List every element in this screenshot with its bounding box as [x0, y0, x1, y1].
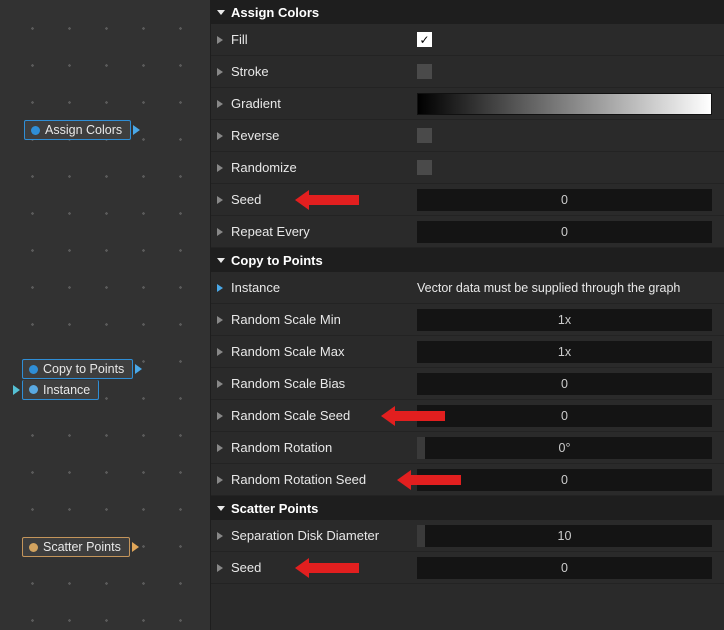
expand-icon[interactable]	[217, 444, 223, 452]
param-label: Instance	[231, 280, 417, 295]
row-scatter-seed: Seed 0	[211, 552, 724, 584]
row-random-scale-seed: Random Scale Seed 0	[211, 400, 724, 432]
node-label: Copy to Points	[43, 362, 124, 376]
section-header-scatter-points[interactable]: Scatter Points	[211, 496, 724, 520]
param-label: Random Rotation Seed	[231, 472, 417, 487]
expand-icon[interactable]	[217, 36, 223, 44]
row-separation-disk-diameter: Separation Disk Diameter 10	[211, 520, 724, 552]
random-rotation-seed-field[interactable]: 0	[417, 469, 712, 491]
param-label: Gradient	[231, 96, 417, 111]
random-scale-bias-field[interactable]: 0	[417, 373, 712, 395]
chevron-down-icon	[217, 10, 225, 15]
param-label: Random Rotation	[231, 440, 417, 455]
param-label: Fill	[231, 32, 417, 47]
param-label: Random Scale Min	[231, 312, 417, 327]
chevron-down-icon	[217, 258, 225, 263]
separation-field[interactable]: 10	[417, 525, 712, 547]
properties-panel: Assign Colors Fill ✓ Stroke Gradient Rev…	[210, 0, 724, 630]
node-scatter-points[interactable]: Scatter Points	[22, 537, 130, 557]
param-label: Reverse	[231, 128, 417, 143]
randomize-checkbox[interactable]	[417, 160, 432, 175]
expand-icon[interactable]	[217, 228, 223, 236]
row-fill: Fill ✓	[211, 24, 724, 56]
seed-field[interactable]: 0	[417, 189, 712, 211]
node-graph-panel[interactable]: Assign Colors Copy to Points Instance Sc…	[0, 0, 210, 630]
row-random-scale-max: Random Scale Max 1x	[211, 336, 724, 368]
expand-icon[interactable]	[217, 380, 223, 388]
node-input-port[interactable]	[13, 385, 20, 395]
expand-icon[interactable]	[217, 412, 223, 420]
param-label: Random Scale Max	[231, 344, 417, 359]
expand-icon[interactable]	[217, 132, 223, 140]
random-scale-seed-field[interactable]: 0	[417, 405, 712, 427]
expand-icon[interactable]	[217, 316, 223, 324]
row-random-rotation: Random Rotation 0°	[211, 432, 724, 464]
expand-icon[interactable]	[217, 284, 223, 292]
param-label: Separation Disk Diameter	[231, 528, 417, 543]
node-output-port[interactable]	[132, 542, 139, 552]
random-scale-min-field[interactable]: 1x	[417, 309, 712, 331]
node-color-dot	[29, 543, 38, 552]
param-label: Random Scale Seed	[231, 408, 417, 423]
section-header-assign-colors[interactable]: Assign Colors	[211, 0, 724, 24]
expand-icon[interactable]	[217, 196, 223, 204]
repeat-field[interactable]: 0	[417, 221, 712, 243]
row-random-scale-bias: Random Scale Bias 0	[211, 368, 724, 400]
row-random-rotation-seed: Random Rotation Seed 0	[211, 464, 724, 496]
fill-checkbox[interactable]: ✓	[417, 32, 432, 47]
graph-dot-grid	[0, 0, 210, 630]
node-color-dot	[31, 126, 40, 135]
reverse-checkbox[interactable]	[417, 128, 432, 143]
node-instance-input[interactable]: Instance	[22, 380, 99, 400]
param-label: Random Scale Bias	[231, 376, 417, 391]
expand-icon[interactable]	[217, 476, 223, 484]
expand-icon[interactable]	[217, 100, 223, 108]
param-label: Repeat Every	[231, 224, 417, 239]
section-title: Assign Colors	[231, 5, 319, 20]
node-color-dot	[29, 365, 38, 374]
row-instance: Instance Vector data must be supplied th…	[211, 272, 724, 304]
node-label: Instance	[43, 383, 90, 397]
gradient-picker[interactable]	[417, 93, 712, 115]
node-label: Assign Colors	[45, 123, 122, 137]
scatter-seed-field[interactable]: 0	[417, 557, 712, 579]
expand-icon[interactable]	[217, 164, 223, 172]
expand-icon[interactable]	[217, 348, 223, 356]
expand-icon[interactable]	[217, 68, 223, 76]
row-reverse: Reverse	[211, 120, 724, 152]
node-output-port[interactable]	[133, 125, 140, 135]
node-output-port[interactable]	[135, 364, 142, 374]
row-repeat-every: Repeat Every 0	[211, 216, 724, 248]
random-scale-max-field[interactable]: 1x	[417, 341, 712, 363]
param-label: Seed	[231, 192, 417, 207]
instance-hint: Vector data must be supplied through the…	[417, 281, 712, 295]
param-label: Randomize	[231, 160, 417, 175]
section-title: Scatter Points	[231, 501, 318, 516]
chevron-down-icon	[217, 506, 225, 511]
random-rotation-field[interactable]: 0°	[417, 437, 712, 459]
section-title: Copy to Points	[231, 253, 323, 268]
node-assign-colors[interactable]: Assign Colors	[24, 120, 131, 140]
param-label: Stroke	[231, 64, 417, 79]
section-header-copy-to-points[interactable]: Copy to Points	[211, 248, 724, 272]
row-stroke: Stroke	[211, 56, 724, 88]
row-randomize: Randomize	[211, 152, 724, 184]
expand-icon[interactable]	[217, 564, 223, 572]
row-random-scale-min: Random Scale Min 1x	[211, 304, 724, 336]
param-label: Seed	[231, 560, 417, 575]
stroke-checkbox[interactable]	[417, 64, 432, 79]
node-label: Scatter Points	[43, 540, 121, 554]
node-color-dot	[29, 385, 38, 394]
row-gradient: Gradient	[211, 88, 724, 120]
node-copy-to-points[interactable]: Copy to Points	[22, 359, 133, 379]
expand-icon[interactable]	[217, 532, 223, 540]
row-assign-seed: Seed 0	[211, 184, 724, 216]
